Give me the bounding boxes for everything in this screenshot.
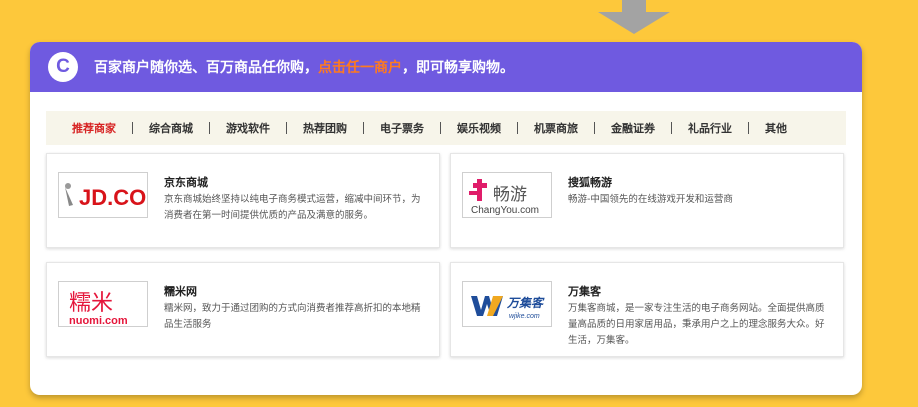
tab-entertainment-video[interactable]: 娱乐视频 xyxy=(457,120,501,136)
tab-e-tickets[interactable]: 电子票务 xyxy=(380,120,424,136)
tab-separator xyxy=(440,122,441,134)
tab-recommended[interactable]: 推荐商家 xyxy=(72,120,116,136)
down-arrow-icon xyxy=(598,0,670,34)
merchant-description: 糯米网，致力于通过团购的方式向消费者推荐高折扣的本地精品生活服务 xyxy=(164,303,421,330)
tab-separator xyxy=(517,122,518,134)
panel-header: C 百家商户随你选、百万商品任你购，点击任一商户，即可畅享购物。 xyxy=(30,42,862,92)
tab-games-software[interactable]: 游戏软件 xyxy=(226,120,270,136)
header-text-after: ，即可畅享购物。 xyxy=(402,60,514,76)
tab-separator xyxy=(594,122,595,134)
merchant-name[interactable]: 京东商城 xyxy=(164,174,208,190)
category-tabs: 推荐商家 综合商城 游戏软件 热荐团购 电子票务 娱乐视频 机票商旅 金融证券 … xyxy=(46,111,846,145)
tab-general-mall[interactable]: 综合商城 xyxy=(149,120,193,136)
tab-finance-securities[interactable]: 金融证券 xyxy=(611,120,655,136)
tab-separator xyxy=(132,122,133,134)
merchant-card-wjike[interactable]: 万集客 wjike.com 万集客 万集客商城，是一家专注生活的电子商务网站。全… xyxy=(450,262,844,357)
tab-separator xyxy=(748,122,749,134)
tab-separator xyxy=(209,122,210,134)
merchant-description: 京东商城始终坚持以纯电子商务模式运营，缩减中间环节，为消费者在第一时间提供优质的… xyxy=(164,194,421,221)
tab-flights-travel[interactable]: 机票商旅 xyxy=(534,120,578,136)
tab-gifts[interactable]: 礼品行业 xyxy=(688,120,732,136)
merchant-description: 畅游-中国领先的在线游戏开发和运营商 xyxy=(568,194,733,205)
wjike-logo-text: 万集客 xyxy=(506,296,545,310)
jd-logo-text: JD.COM xyxy=(79,185,148,210)
tab-group-buying[interactable]: 热荐团购 xyxy=(303,120,347,136)
step-badge: C xyxy=(48,52,78,82)
merchant-card-nuomi[interactable]: 糯米 nuomi.com 糯米网 糯米网，致力于通过团购的方式向消费者推荐高折扣… xyxy=(46,262,440,357)
tab-other[interactable]: 其他 xyxy=(765,120,787,136)
wjike-logo[interactable]: 万集客 wjike.com xyxy=(462,281,552,327)
merchant-card-changyou[interactable]: 畅游 ChangYou.com 搜狐畅游 畅游-中国领先的在线游戏开发和运营商 xyxy=(450,153,844,248)
header-text: 百家商户随你选、百万商品任你购，点击任一商户，即可畅享购物。 xyxy=(94,57,514,77)
merchant-description: 万集客商城，是一家专注生活的电子商务网站。全面提供高质量高品质的日用家居用品，秉… xyxy=(568,303,825,346)
merchant-name[interactable]: 糯米网 xyxy=(164,283,197,299)
changyou-logo-sub: ChangYou.com xyxy=(471,205,539,216)
tab-separator xyxy=(286,122,287,134)
nuomi-logo[interactable]: 糯米 nuomi.com xyxy=(58,281,148,327)
merchant-card-jd[interactable]: JD.COM 京东商城 京东商城始终坚持以纯电子商务模式运营，缩减中间环节，为消… xyxy=(46,153,440,248)
nuomi-logo-sub: nuomi.com xyxy=(69,315,128,327)
changyou-logo[interactable]: 畅游 ChangYou.com xyxy=(462,172,552,218)
tab-separator xyxy=(363,122,364,134)
jd-logo[interactable]: JD.COM xyxy=(58,172,148,218)
merchant-panel: C 百家商户随你选、百万商品任你购，点击任一商户，即可畅享购物。 推荐商家 综合… xyxy=(30,42,862,395)
merchant-name[interactable]: 万集客 xyxy=(568,283,601,299)
wjike-logo-sub: wjike.com xyxy=(509,313,540,320)
header-text-before: 百家商户随你选、百万商品任你购， xyxy=(94,60,318,76)
nuomi-logo-text: 糯米 xyxy=(69,291,113,316)
merchant-name[interactable]: 搜狐畅游 xyxy=(568,174,612,190)
changyou-logo-text: 畅游 xyxy=(493,185,527,205)
header-text-highlight: 点击任一商户 xyxy=(318,60,402,76)
tab-separator xyxy=(671,122,672,134)
